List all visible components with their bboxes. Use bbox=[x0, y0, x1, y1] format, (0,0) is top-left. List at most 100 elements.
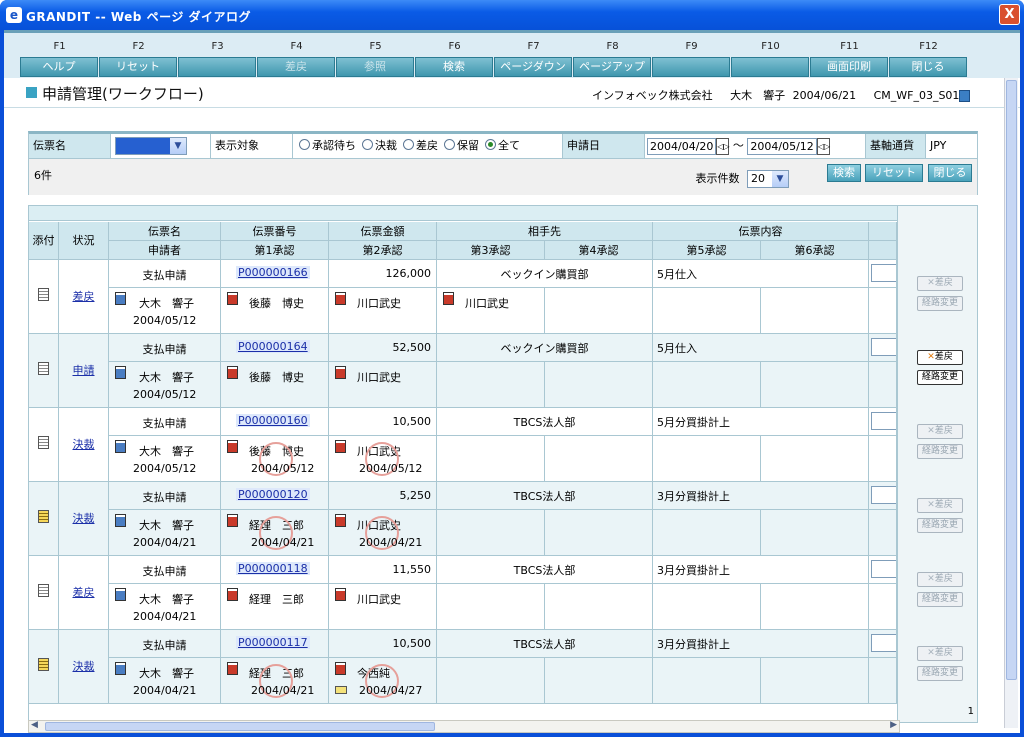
slip-name-cell: 支払申請 bbox=[109, 260, 221, 288]
slip-name-select[interactable]: ▼ bbox=[115, 137, 187, 155]
close-filter-button[interactable]: 閉じる bbox=[928, 164, 972, 182]
slip-no-link[interactable]: P000000120 bbox=[236, 488, 310, 501]
search-button[interactable]: 検索 bbox=[827, 164, 861, 182]
radio-icon[interactable] bbox=[403, 139, 414, 150]
approver2-cell: 川口武史 2004/05/12 bbox=[329, 436, 437, 482]
return-button[interactable]: ✕差戻 bbox=[917, 424, 963, 439]
memo-input[interactable] bbox=[871, 634, 896, 652]
close-icon: ✕ bbox=[927, 574, 935, 584]
close-button[interactable]: X bbox=[999, 4, 1020, 25]
status-link[interactable]: 申請 bbox=[59, 362, 108, 378]
document-icon[interactable] bbox=[38, 584, 49, 597]
radio-option[interactable]: 保留 bbox=[438, 139, 479, 152]
status-link[interactable]: 差戻 bbox=[59, 584, 108, 600]
status-link[interactable]: 差戻 bbox=[59, 288, 108, 304]
document-icon[interactable] bbox=[38, 510, 49, 523]
title-square-icon bbox=[26, 87, 37, 98]
slip-no-link[interactable]: P000000160 bbox=[236, 414, 310, 427]
grid-page-bar: 1 bbox=[29, 206, 977, 221]
header-status: 状況 bbox=[59, 222, 109, 260]
status-link[interactable]: 決裁 bbox=[59, 510, 108, 526]
route-change-button[interactable]: 経路変更 bbox=[917, 666, 963, 681]
return-button[interactable]: ✕差戻 bbox=[917, 276, 963, 291]
fkey-f9-button bbox=[652, 57, 730, 77]
memo-input[interactable] bbox=[871, 264, 896, 282]
amount-cell: 11,550 bbox=[329, 556, 437, 584]
fkey-f7: F7 ページダウン bbox=[494, 33, 573, 79]
date-from-input[interactable]: 2004/04/20 bbox=[647, 137, 717, 155]
approver6-cell bbox=[761, 510, 869, 556]
dialog-window: e GRANDIT -- Web ページ ダイアログ X F1 ヘルプ F2 リセット… bbox=[0, 0, 1024, 737]
slip-no-link[interactable]: P000000164 bbox=[236, 340, 310, 353]
radio-option[interactable]: 承認待ち bbox=[293, 139, 356, 152]
route-change-button[interactable]: 経路変更 bbox=[917, 518, 963, 533]
slip-no-link[interactable]: P000000166 bbox=[236, 266, 310, 279]
approver1-cell: 経理 三郎 2004/04/21 bbox=[221, 658, 329, 704]
vertical-scrollbar[interactable] bbox=[1004, 78, 1018, 728]
fkey-f7-button[interactable]: ページダウン bbox=[494, 57, 572, 77]
radio-option[interactable]: 差戻 bbox=[397, 139, 438, 152]
attach-cell bbox=[29, 408, 59, 482]
slip-no-cell: P000000160 bbox=[221, 408, 329, 436]
approver6-cell bbox=[761, 658, 869, 704]
chevron-down-icon: ▼ bbox=[772, 171, 788, 187]
route-change-button[interactable]: 経路変更 bbox=[917, 592, 963, 607]
attach-cell bbox=[29, 556, 59, 630]
horizontal-scroll-thumb[interactable] bbox=[45, 722, 435, 731]
horizontal-scrollbar[interactable]: ◀ ▶ bbox=[28, 720, 900, 733]
date-to-input[interactable]: 2004/05/12 bbox=[747, 137, 817, 155]
memo-input[interactable] bbox=[871, 412, 896, 430]
currency-value: JPY bbox=[926, 134, 977, 159]
document-icon[interactable] bbox=[38, 658, 49, 671]
status-link[interactable]: 決裁 bbox=[59, 436, 108, 452]
fkey-f6: F6 検索 bbox=[415, 33, 494, 79]
radio-option[interactable]: 決裁 bbox=[356, 139, 397, 152]
return-button[interactable]: ✕差戻 bbox=[917, 646, 963, 661]
scroll-left-icon[interactable]: ◀ bbox=[31, 720, 38, 730]
per-page-select[interactable]: 20 ▼ bbox=[747, 170, 789, 188]
slip-no-link[interactable]: P000000118 bbox=[236, 562, 310, 575]
applicant-cell: 大木 響子 2004/04/21 bbox=[109, 510, 221, 556]
document-icon[interactable] bbox=[38, 288, 49, 301]
vertical-scroll-thumb[interactable] bbox=[1006, 80, 1017, 680]
fkey-f11-button[interactable]: 画面印刷 bbox=[810, 57, 888, 77]
page-header: 申請管理(ワークフロー) インフォベック株式会社 大木 響子 2004/06/2… bbox=[4, 78, 1020, 108]
fkey-f12-button[interactable]: 閉じる bbox=[889, 57, 967, 77]
fkey-f1-button[interactable]: ヘルプ bbox=[20, 57, 98, 77]
return-button[interactable]: ✕差戻 bbox=[917, 350, 963, 365]
workflow-grid: 1 添付状況伝票名伝票番号伝票金額相手先伝票内容申請者第1承認第2承認第3承認第… bbox=[28, 205, 978, 723]
radio-option[interactable]: 全て bbox=[479, 139, 520, 152]
date-to-spin-icon[interactable]: ◁▷ bbox=[816, 137, 830, 155]
fkey-f2-button[interactable]: リセット bbox=[99, 57, 177, 77]
route-change-button[interactable]: 経路変更 bbox=[917, 370, 963, 385]
approver3-cell: 川口武史 bbox=[437, 288, 545, 334]
reset-button[interactable]: リセット bbox=[865, 164, 923, 182]
route-change-button[interactable]: 経路変更 bbox=[917, 444, 963, 459]
radio-icon[interactable] bbox=[299, 139, 310, 150]
slip-name-cell: 支払申請 bbox=[109, 630, 221, 658]
document-icon[interactable] bbox=[38, 362, 49, 375]
radio-icon[interactable] bbox=[485, 139, 496, 150]
header-a3: 第3承認 bbox=[437, 241, 545, 260]
content-cell: 3月分買掛計上 bbox=[653, 630, 869, 658]
amount-cell: 10,500 bbox=[329, 630, 437, 658]
screen-info-icon[interactable] bbox=[959, 90, 971, 102]
radio-icon[interactable] bbox=[444, 139, 455, 150]
return-button[interactable]: ✕差戻 bbox=[917, 498, 963, 513]
radio-icon[interactable] bbox=[362, 139, 373, 150]
status-link[interactable]: 決裁 bbox=[59, 658, 108, 674]
document-icon[interactable] bbox=[38, 436, 49, 449]
route-change-button[interactable]: 経路変更 bbox=[917, 296, 963, 311]
return-button[interactable]: ✕差戻 bbox=[917, 572, 963, 587]
applicant-cell: 大木 響子 2004/05/12 bbox=[109, 362, 221, 408]
memo-input[interactable] bbox=[871, 486, 896, 504]
scroll-right-icon[interactable]: ▶ bbox=[890, 720, 897, 730]
slip-no-link[interactable]: P000000117 bbox=[236, 636, 310, 649]
fkey-code: F9 bbox=[685, 41, 698, 52]
applicant-cell: 大木 響子 2004/04/21 bbox=[109, 658, 221, 704]
fkey-f8-button[interactable]: ページアップ bbox=[573, 57, 651, 77]
memo-input[interactable] bbox=[871, 560, 896, 578]
memo-input[interactable] bbox=[871, 338, 896, 356]
date-from-spin-icon[interactable]: ◁▷ bbox=[716, 137, 730, 155]
fkey-f6-button[interactable]: 検索 bbox=[415, 57, 493, 77]
